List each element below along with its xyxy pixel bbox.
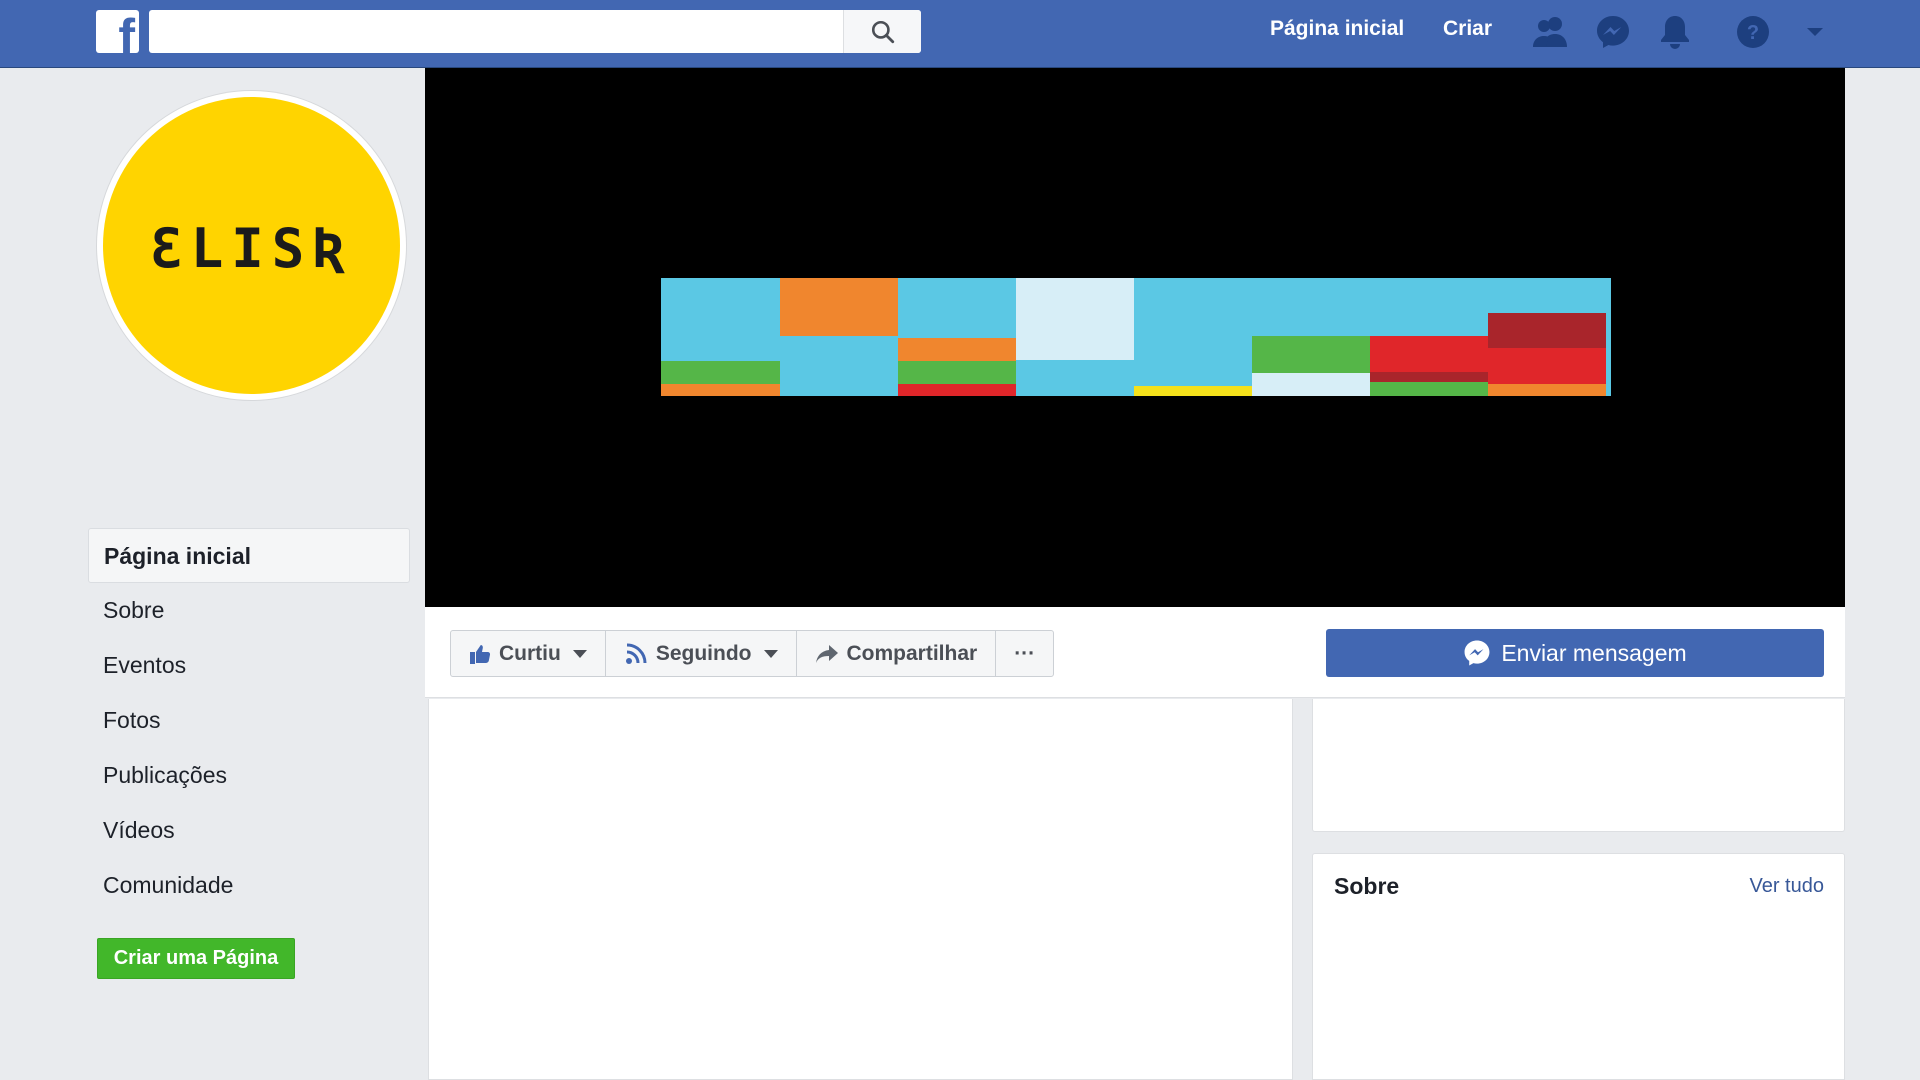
nav-create-link[interactable]: Criar: [1443, 17, 1492, 41]
cover-artwork: [661, 278, 1611, 396]
profile-picture[interactable]: ƐLISƦ: [97, 91, 406, 400]
share-arrow-icon: [815, 644, 838, 663]
elisa-logo: ƐLISƦ: [103, 97, 400, 394]
friends-icon[interactable]: [1530, 12, 1570, 52]
help-icon[interactable]: ?: [1733, 12, 1773, 52]
sidebar-item-community[interactable]: Comunidade: [88, 858, 410, 913]
messenger-icon[interactable]: [1593, 12, 1633, 52]
about-card-title: Sobre: [1334, 873, 1400, 899]
sidebar-item-videos[interactable]: Vídeos: [88, 803, 410, 858]
notifications-icon[interactable]: [1655, 12, 1695, 52]
page-sidebar-nav: Página inicial Sobre Eventos Fotos Publi…: [88, 528, 410, 913]
sidebar-item-home[interactable]: Página inicial: [88, 528, 410, 583]
dropdown-icon[interactable]: [1795, 12, 1835, 52]
follow-button[interactable]: Seguindo: [606, 631, 797, 676]
search-icon: [871, 20, 894, 43]
see-all-link[interactable]: Ver tudo: [1749, 875, 1824, 898]
sidebar-item-posts[interactable]: Publicações: [88, 748, 410, 803]
chevron-down-icon: [763, 649, 778, 658]
sidebar-item-events[interactable]: Eventos: [88, 638, 410, 693]
page-action-bar: Curtiu Seguindo Compartilhar ··· Enviar …: [425, 607, 1845, 698]
like-button[interactable]: Curtiu: [451, 631, 606, 676]
about-card: Sobre Ver tudo: [1312, 853, 1845, 1080]
search-input[interactable]: [149, 10, 921, 53]
page-actions-group: Curtiu Seguindo Compartilhar ···: [450, 630, 1055, 677]
right-top-panel: [1312, 699, 1845, 832]
sidebar-item-photos[interactable]: Fotos: [88, 693, 410, 748]
chevron-down-icon: [572, 649, 587, 658]
share-button[interactable]: Compartilhar: [797, 631, 997, 676]
main-feed-panel: [428, 699, 1293, 1080]
search-button[interactable]: [843, 10, 921, 53]
nav-home-link[interactable]: Página inicial: [1270, 17, 1404, 41]
facebook-logo-icon[interactable]: f: [96, 10, 139, 53]
svg-text:?: ?: [1747, 22, 1759, 44]
rss-feed-icon: [625, 643, 647, 664]
messenger-icon: [1464, 640, 1490, 666]
sidebar-item-about[interactable]: Sobre: [88, 583, 410, 638]
more-options-button[interactable]: ···: [996, 631, 1053, 676]
send-message-button[interactable]: Enviar mensagem: [1326, 629, 1824, 677]
cover-photo[interactable]: [425, 68, 1845, 607]
thumbs-up-icon: [470, 644, 491, 664]
logo-text: ƐLISƦ: [150, 217, 353, 280]
create-page-button[interactable]: Criar uma Página: [97, 938, 295, 979]
top-navigation-bar: f Página inicial Criar ?: [0, 0, 1920, 68]
more-icon: ···: [1014, 641, 1036, 665]
